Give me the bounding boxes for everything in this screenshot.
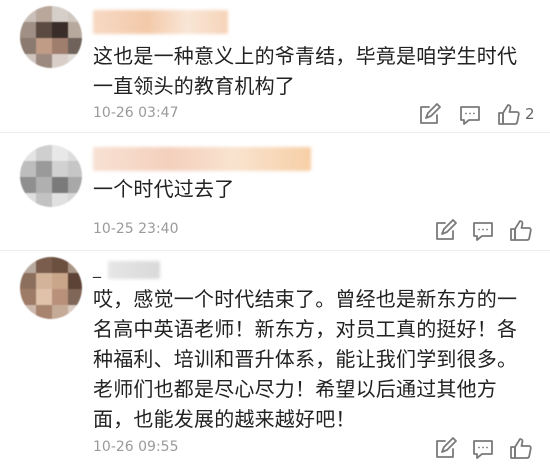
- comment-meta: 10-25 23:40: [93, 219, 533, 243]
- comment-timestamp: 10-26 09:55: [93, 439, 179, 455]
- comment-item: 这也是一种意义上的爷青结，毕竟是咱学生时代一直领头的教育机构了 10-26 03…: [0, 0, 550, 132]
- avatar[interactable]: [20, 257, 82, 319]
- forward-icon[interactable]: [433, 219, 457, 243]
- thumbs-up-icon[interactable]: [509, 437, 533, 461]
- comment-text: 这也是一种意义上的爷青结，毕竟是咱学生时代一直领头的教育机构了: [93, 44, 518, 98]
- comment-icon[interactable]: [458, 103, 482, 127]
- comment-actions: [423, 219, 533, 243]
- comment-timestamp: 10-25 23:40: [93, 221, 179, 237]
- like-count: 2: [525, 105, 535, 123]
- forward-icon[interactable]: [417, 103, 441, 127]
- comment-icon[interactable]: [471, 219, 495, 243]
- username-redacted[interactable]: [108, 261, 160, 279]
- comment-meta: 10-26 09:55: [93, 437, 533, 461]
- comment-item: _ 哎，感觉一个时代结束了。曾经也是新东方的一名高中英语老师！新东方，对员工真的…: [0, 251, 550, 471]
- comment-text: 一个时代过去了: [93, 177, 235, 201]
- username-redacted[interactable]: [93, 10, 228, 34]
- comment-actions: [423, 437, 533, 461]
- thumbs-up-icon[interactable]: [509, 219, 533, 243]
- avatar[interactable]: [20, 6, 82, 68]
- comment-timestamp: 10-26 03:47: [93, 105, 179, 121]
- comment-text: 哎，感觉一个时代结束了。曾经也是新东方的一名高中英语老师！新东方，对员工真的挺好…: [93, 287, 518, 431]
- username-visible[interactable]: _: [93, 259, 101, 278]
- comment-actions: 2: [420, 103, 535, 127]
- comment-item: 一个时代过去了 10-25 23:40: [0, 133, 550, 250]
- comment-icon[interactable]: [471, 437, 495, 461]
- forward-icon[interactable]: [433, 437, 457, 461]
- avatar[interactable]: [20, 145, 82, 207]
- username-redacted[interactable]: [93, 147, 311, 171]
- thumbs-up-icon[interactable]: [497, 103, 521, 127]
- comment-meta: 10-26 03:47 2: [93, 103, 535, 127]
